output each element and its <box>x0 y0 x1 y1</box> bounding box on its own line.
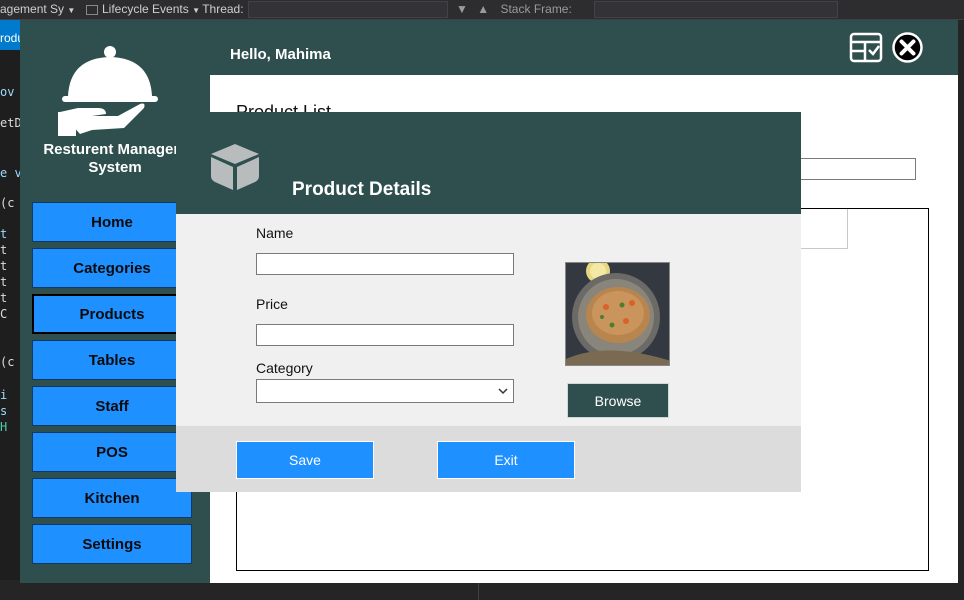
code-line: t <box>0 227 8 241</box>
name-label: Name <box>256 225 294 241</box>
close-circle-icon[interactable] <box>891 31 924 64</box>
code-line: ov <box>0 85 15 99</box>
ide-thread-dropdown[interactable] <box>248 1 448 18</box>
name-field[interactable] <box>256 253 514 275</box>
exit-button[interactable]: Exit <box>437 441 575 479</box>
code-line: t <box>0 275 8 289</box>
nav-settings-label: Settings <box>82 535 142 553</box>
dialog-header: Product Details <box>176 112 801 214</box>
product-grid-cell <box>800 209 848 249</box>
nav-tables-button[interactable]: Tables <box>32 340 192 380</box>
nav-kitchen-button[interactable]: Kitchen <box>32 478 192 518</box>
nav-pos-label: POS <box>96 443 128 461</box>
nav-products-label: Products <box>79 305 145 323</box>
ide-toolbar: agement Sy ▼ Lifecycle Events ▼ Thread: … <box>0 0 964 20</box>
browse-button[interactable]: Browse <box>567 383 669 418</box>
nav-tables-label: Tables <box>88 351 136 369</box>
product-search-input[interactable] <box>800 158 916 180</box>
code-line: C <box>0 307 8 321</box>
nav-pos-button[interactable]: POS <box>32 432 192 472</box>
chevron-down-icon: ▼ <box>192 6 203 15</box>
code-line: t <box>0 259 8 273</box>
code-line: t <box>0 243 8 257</box>
filter-icon: ▼ <box>456 2 468 16</box>
nav-settings-button[interactable]: Settings <box>32 524 192 564</box>
nav-staff-label: Staff <box>95 397 129 415</box>
ide-lifecycle-selector[interactable]: Lifecycle Events ▼ Thread: <box>86 0 248 19</box>
code-line: (c <box>0 355 15 369</box>
nav-categories-button[interactable]: Categories <box>32 248 192 288</box>
food-photo <box>566 263 669 365</box>
product-image <box>565 262 670 366</box>
nav-kitchen-label: Kitchen <box>84 489 140 507</box>
ide-lifecycle-label: Lifecycle Events <box>102 2 189 16</box>
dialog-title: Product Details <box>292 179 432 200</box>
code-line: (c <box>0 196 15 210</box>
nav-staff-button[interactable]: Staff <box>32 386 192 426</box>
ide-stack-frame-dropdown[interactable] <box>594 1 838 18</box>
chevron-down-icon <box>498 388 508 395</box>
code-line: t <box>0 291 8 305</box>
lifecycle-icon <box>86 4 98 15</box>
dialog-footer: Save Exit <box>176 426 801 492</box>
ide-project-label: agement Sy <box>0 2 65 16</box>
serving-cloche-icon <box>58 46 158 136</box>
ide-stack-frame-selector[interactable]: ▼ ▲ Stack Frame: <box>456 0 594 19</box>
category-select[interactable] <box>256 379 514 403</box>
code-line: H <box>0 420 8 434</box>
code-line: s <box>0 404 8 418</box>
nav-products-button[interactable]: Products <box>32 294 192 334</box>
product-details-dialog: Product Details Name Price Category Brow… <box>176 112 801 492</box>
box-icon <box>211 144 259 190</box>
browse-label: Browse <box>594 392 642 409</box>
ide-bottom-panel <box>0 580 964 600</box>
chevron-down-icon: ▼ <box>67 6 76 15</box>
ide-stack-frame-label: Stack Frame: <box>500 2 572 16</box>
category-label: Category <box>256 360 313 376</box>
ide-project-selector[interactable]: agement Sy ▼ <box>0 0 76 19</box>
nav-categories-label: Categories <box>73 259 151 277</box>
ide-thread-label: Thread: <box>202 2 244 16</box>
save-button[interactable]: Save <box>236 441 374 479</box>
price-label: Price <box>256 296 288 312</box>
filter-toggle-icon: ▲ <box>477 2 490 16</box>
exit-label: Exit <box>494 452 518 468</box>
nav-home-button[interactable]: Home <box>32 202 192 242</box>
code-line: i <box>0 388 8 402</box>
nav-home-label: Home <box>91 213 133 231</box>
switch-window-icon[interactable] <box>849 30 883 64</box>
save-label: Save <box>289 452 321 468</box>
code-line: e v <box>0 166 22 180</box>
price-field[interactable] <box>256 324 514 346</box>
greeting-text: Hello, Mahima <box>230 46 331 63</box>
